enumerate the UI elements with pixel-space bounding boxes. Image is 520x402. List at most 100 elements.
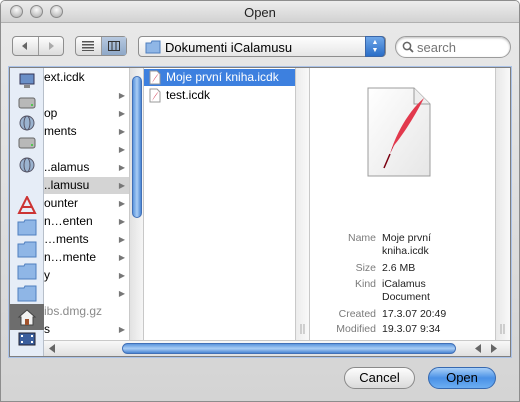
sidebar-item-network-disk[interactable] [17,114,37,132]
list-item-label: ..lamusu [44,178,90,192]
computer-icon [19,73,35,88]
disk-icon [18,97,36,109]
list-item-label: ounter [44,196,79,210]
window-title: Open [244,5,276,20]
list-item[interactable]: ▶ [44,285,129,302]
forward-button[interactable] [37,37,64,55]
sidebar-item-home[interactable] [10,304,44,330]
list-item-label: n…mente [44,250,97,264]
scroll-left-icon[interactable] [48,344,56,353]
scroll-left-icon[interactable] [474,344,482,353]
horizontal-scroll-thumb[interactable] [122,343,456,354]
sidebar [10,68,44,356]
list-item[interactable]: ..alamus ▶ [44,159,129,176]
preview-pane: Name Moje první kniha.icdk Size 2.6 MB K… [310,68,496,340]
list-item[interactable]: ▶ [44,141,129,158]
list-item-label: n…enten [44,214,93,228]
disclosure-arrow-icon: ▶ [118,253,125,262]
sidebar-item-disk[interactable] [17,94,37,112]
list-item-label: y [44,268,50,282]
search-input[interactable] [417,40,505,55]
file-row[interactable]: test.icdk [144,87,295,104]
column-view-button[interactable] [100,37,126,55]
list-item-label: s [44,322,50,336]
disclosure-arrow-icon: ▶ [118,289,125,298]
folder-icon [17,263,37,280]
sidebar-item-folder[interactable] [17,218,37,236]
scroll-right-icon[interactable] [490,344,498,353]
list-item-label: op [44,106,58,120]
column-parent-scrollbar[interactable] [129,68,143,340]
disclosure-arrow-icon: ▶ [118,271,125,280]
list-item[interactable]: ounter ▶ [44,195,129,212]
disclosure-arrow-icon: ▶ [118,163,125,172]
cancel-button[interactable]: Cancel [344,367,415,389]
sidebar-item-movies[interactable] [17,330,37,348]
list-item-label: ments [44,124,77,138]
horizontal-scrollbar[interactable] [44,340,510,356]
file-name: Moje první kniha.icdk [166,70,279,84]
list-item-label: ..alamus [44,160,90,174]
sidebar-item-folder[interactable] [17,284,37,302]
list-item[interactable]: ibs.dmg.gz [44,303,129,320]
disclosure-arrow-icon: ▶ [118,325,125,334]
disclosure-arrow-icon: ▶ [118,127,125,136]
list-view-button[interactable] [76,37,101,55]
list-item[interactable]: ..lamusu ▶ [44,177,129,194]
file-browser: ext.icdk ▶ op ▶ ments ▶ ▶ ..alamus ▶ ..lamusu ▶ oun… [9,67,511,357]
list-view-icon [82,41,95,51]
folder-icon [17,219,37,236]
icalamus-document-icon [149,88,161,103]
sidebar-item-disk[interactable] [17,134,37,152]
disclosure-arrow-icon: ▶ [118,109,125,118]
icalamus-document-icon [367,87,431,177]
applications-icon [17,194,37,214]
popup-arrows-icon: ▲ ▼ [365,36,385,57]
disclosure-arrow-icon: ▶ [118,217,125,226]
folder-icon [17,241,37,258]
disclosure-arrow-icon: ▶ [118,235,125,244]
view-mode-control [75,36,127,56]
sidebar-item-applications[interactable] [17,194,37,214]
sidebar-item-folder[interactable] [17,262,37,280]
list-item[interactable]: ▶ [44,87,129,104]
list-item[interactable]: ments ▶ [44,123,129,140]
disk-icon [18,137,36,149]
sidebar-item-folder[interactable] [17,240,37,258]
list-item[interactable]: y ▶ [44,267,129,284]
movies-icon [18,332,36,346]
list-item[interactable]: s ▶ [44,321,129,338]
file-row[interactable]: Moje první kniha.icdk [144,69,295,86]
resize-grip-icon [500,324,505,334]
file-name: test.icdk [166,88,211,102]
sidebar-item-network-disk[interactable] [17,156,37,174]
list-item[interactable]: op ▶ [44,105,129,122]
sidebar-item-computer[interactable] [17,72,37,90]
network-disk-icon [19,157,35,173]
preview-scrollbar[interactable] [495,68,510,340]
home-icon [17,309,37,326]
folder-icon [17,285,37,302]
list-item[interactable]: n…mente ▶ [44,249,129,266]
forward-arrow-icon [48,42,54,50]
disclosure-arrow-icon: ▶ [118,181,125,190]
list-item[interactable]: …ments ▶ [44,231,129,248]
back-button[interactable] [13,37,38,55]
disclosure-arrow-icon: ▶ [118,91,125,100]
open-dialog: Open Dokumenti iCalamusu ▲ ▼ search ext.… [0,0,520,402]
title-bar: Open [1,1,519,23]
search-field[interactable] [395,36,511,58]
folder-icon [145,40,161,54]
list-item[interactable]: ext.icdk [44,69,129,86]
location-popup[interactable]: Dokumenti iCalamusu ▲ ▼ [138,36,386,57]
list-item[interactable]: n…enten ▶ [44,213,129,230]
column-view-icon [107,41,120,51]
column-parent-scroll-thumb[interactable] [132,76,142,218]
icalamus-document-icon [149,70,161,85]
network-disk-icon [19,115,35,131]
column-files-scrollbar[interactable] [295,68,309,340]
column-parent: ext.icdk ▶ op ▶ ments ▶ ▶ ..alamus ▶ ..lamusu ▶ oun… [44,68,144,340]
open-button[interactable]: Open [428,367,496,389]
list-item-label: …ments [44,232,89,246]
back-forward-control [12,36,64,56]
